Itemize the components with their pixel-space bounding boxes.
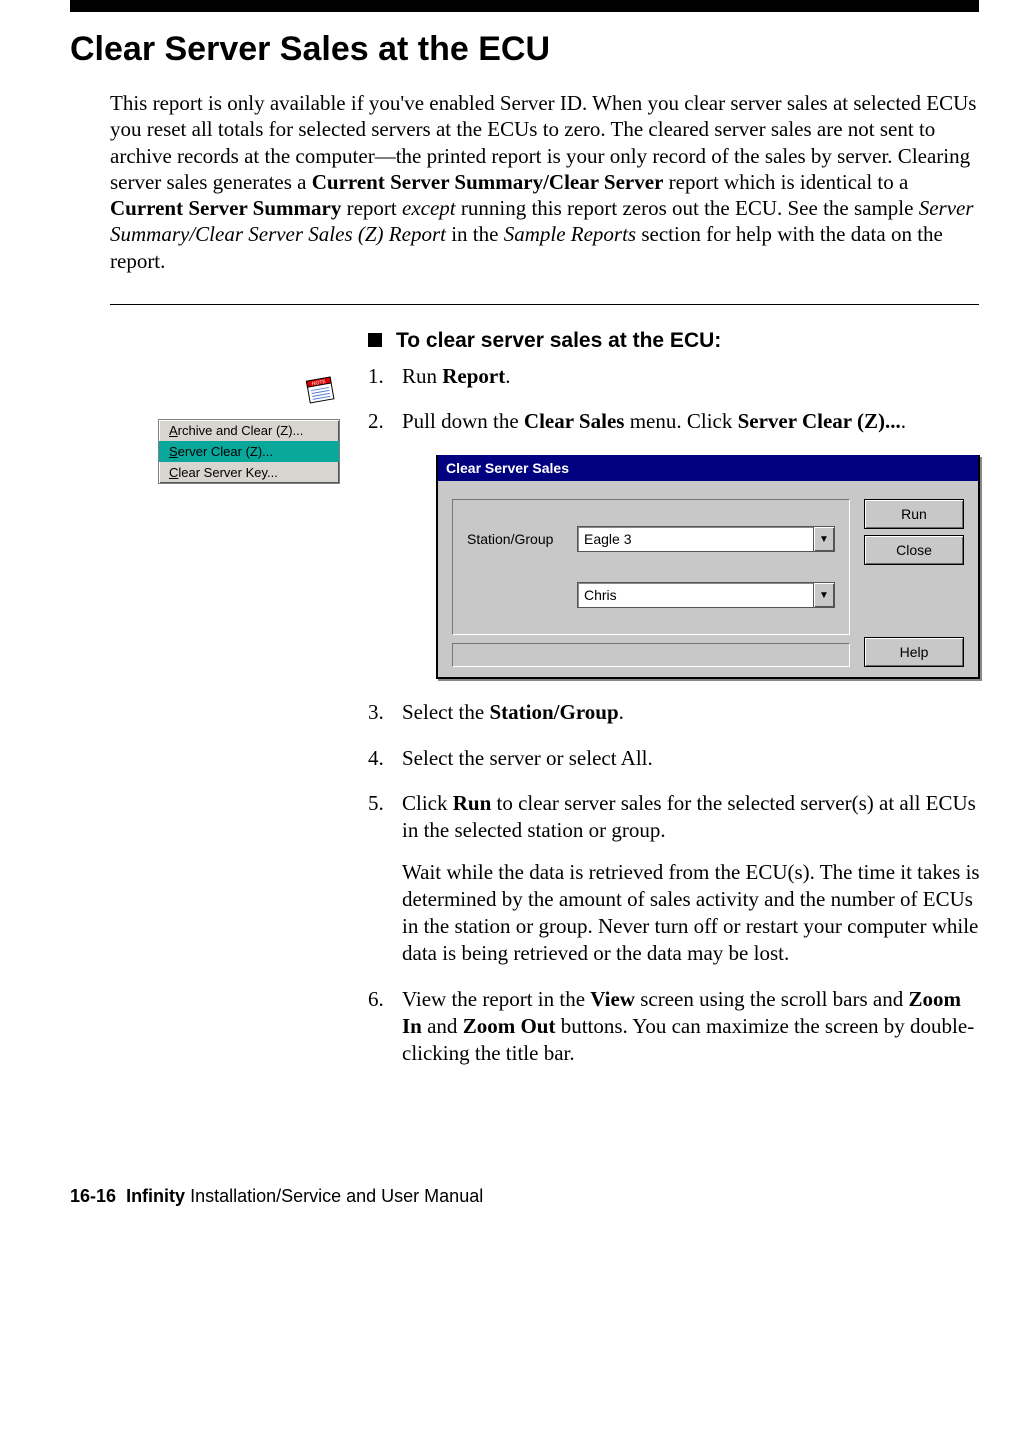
station-group-label: Station/Group: [467, 530, 577, 548]
intro-bold: Current Server Summary/Clear Server: [312, 170, 664, 194]
intro-paragraph: This report is only available if you've …: [110, 90, 979, 274]
square-bullet-icon: [368, 333, 382, 347]
intro-text: report which is identical to a: [663, 170, 908, 194]
station-group-value: Eagle 3: [578, 527, 813, 551]
help-button[interactable]: Help: [864, 637, 964, 667]
procedure-heading-text: To clear server sales at the ECU:: [396, 329, 721, 352]
close-button[interactable]: Close: [864, 535, 964, 565]
chevron-down-icon[interactable]: ▼: [813, 583, 834, 607]
header-rule: [70, 0, 979, 12]
step-4: Select the server or select All.: [368, 745, 980, 772]
intro-bold: Current Server Summary: [110, 196, 341, 220]
clear-sales-menu: Archive and Clear (Z)... Server Clear (Z…: [158, 419, 340, 484]
step-3: Select the Station/Group.: [368, 699, 980, 726]
chevron-down-icon[interactable]: ▼: [813, 527, 834, 551]
intro-text: in the: [446, 222, 504, 246]
intro-text: running this report zeros out the ECU. S…: [456, 196, 919, 220]
station-group-dropdown[interactable]: Eagle 3 ▼: [577, 526, 835, 552]
menu-item-server-clear[interactable]: Server Clear (Z)...: [159, 441, 339, 462]
step-5-note: Wait while the data is retrieved from th…: [402, 859, 980, 968]
procedure-heading: To clear server sales at the ECU:: [368, 329, 980, 353]
run-button[interactable]: Run: [864, 499, 964, 529]
intro-italic: except: [402, 196, 456, 220]
clear-server-sales-dialog: Clear Server Sales Station/Group Eagle 3…: [436, 455, 980, 679]
note-icon: NOTE: [300, 369, 340, 409]
section-divider: [110, 304, 979, 305]
dialog-status-bar: [452, 643, 850, 667]
server-dropdown[interactable]: Chris ▼: [577, 582, 835, 608]
page-title: Clear Server Sales at the ECU: [70, 30, 979, 69]
menu-item-clear-server-key[interactable]: Clear Server Key...: [159, 462, 339, 483]
step-2: Pull down the Clear Sales menu. Click Se…: [368, 408, 980, 679]
intro-italic: Sample Reports: [504, 222, 636, 246]
step-1: Run Report.: [368, 363, 980, 390]
intro-text: report: [341, 196, 402, 220]
server-value: Chris: [578, 583, 813, 607]
page-footer: 16-16 Infinity Installation/Service and …: [70, 1186, 979, 1237]
step-5: Click Run to clear server sales for the …: [368, 790, 980, 968]
dialog-title-bar: Clear Server Sales: [438, 455, 978, 481]
step-6: View the report in the View screen using…: [368, 986, 980, 1068]
menu-item-archive-clear[interactable]: Archive and Clear (Z)...: [159, 420, 339, 441]
